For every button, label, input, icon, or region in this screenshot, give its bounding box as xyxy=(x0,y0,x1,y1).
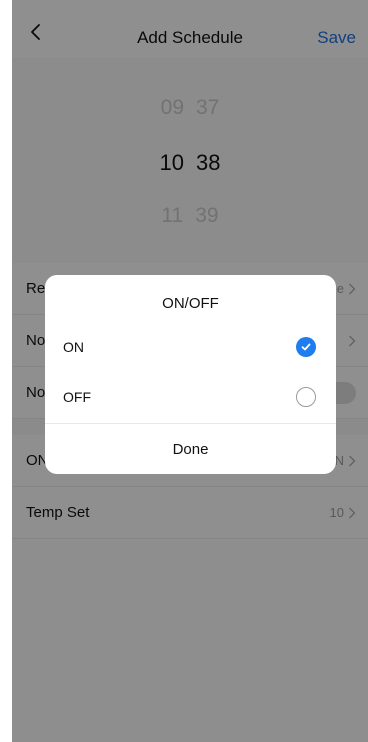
option-off-label: OFF xyxy=(63,389,91,405)
onoff-dialog: ON/OFF ON OFF Done xyxy=(45,275,336,474)
option-on-label: ON xyxy=(63,339,84,355)
dialog-title: ON/OFF xyxy=(162,295,219,312)
option-on[interactable]: ON xyxy=(45,323,336,371)
radio-empty-icon[interactable] xyxy=(296,387,316,407)
option-off[interactable]: OFF xyxy=(45,373,336,421)
done-button[interactable]: Done xyxy=(45,424,336,474)
check-circle-icon[interactable] xyxy=(296,337,316,357)
